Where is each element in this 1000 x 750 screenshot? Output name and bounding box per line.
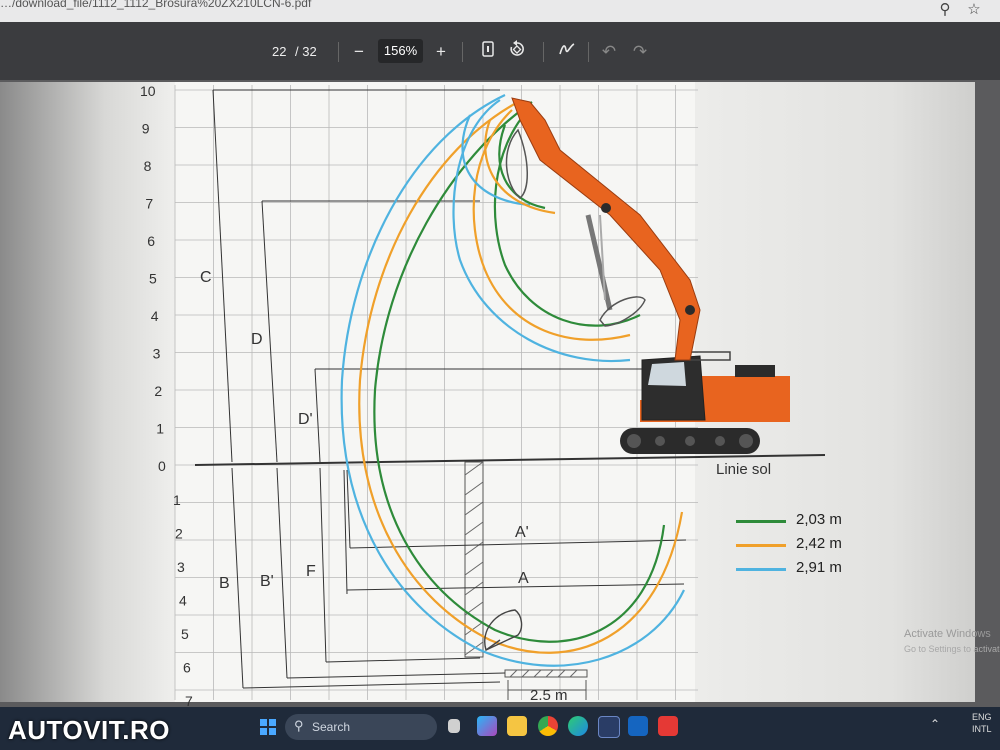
outlook-icon[interactable]: [628, 716, 648, 736]
axis-tick-label: 3: [177, 559, 185, 575]
windows-logo-icon: [260, 719, 276, 735]
axis-tick-label: 4: [151, 308, 159, 324]
reach-curve-blue: [340, 94, 685, 667]
axis-tick-label: 6: [147, 233, 155, 249]
axis-tick-label: 2: [154, 383, 162, 399]
legend-swatch: [736, 544, 786, 547]
axis-tick-label: 10: [140, 83, 156, 99]
legend-label: 2,91 m: [796, 559, 842, 576]
axis-tick-label: 4: [179, 593, 187, 609]
dim-label-c: C: [200, 269, 212, 286]
reach-curve-green: [373, 101, 666, 643]
edge-icon[interactable]: [568, 716, 588, 736]
dim-label-d: D: [251, 331, 263, 348]
axis-tick-label: 7: [145, 196, 153, 212]
tray-chevron-icon[interactable]: ⌃: [930, 717, 940, 731]
legend-swatch: [736, 520, 786, 523]
dim-label-a-prime: A': [515, 524, 529, 541]
dimension-lines: [212, 89, 690, 689]
axis-tick-label: 8: [144, 158, 152, 174]
search-icon: ⚲: [294, 718, 304, 733]
store-icon[interactable]: [598, 716, 620, 738]
task-view-icon[interactable]: [448, 719, 460, 733]
search-placeholder: Search: [312, 720, 351, 734]
copilot-icon[interactable]: [477, 716, 497, 736]
activate-windows-subtitle: Go to Settings to activate: [904, 644, 1000, 654]
chrome-icon[interactable]: [538, 716, 558, 736]
legend-label: 2,03 m: [796, 511, 842, 528]
axis-tick-label: 2: [175, 526, 183, 542]
axis-ticks: 1098765432101234567: [140, 83, 193, 707]
taskbar-search[interactable]: ⚲ Search: [285, 714, 437, 740]
trench-bottom: 2.5 m: [504, 669, 588, 704]
dim-label-f: F: [306, 563, 316, 580]
app-icon[interactable]: [658, 716, 678, 736]
axis-tick-label: 9: [142, 121, 150, 137]
excavator-illustration: [505, 97, 790, 454]
dim-label-a: A: [518, 570, 529, 587]
file-explorer-icon[interactable]: [507, 716, 527, 736]
ground-label: Linie sol: [716, 461, 771, 478]
legend-swatch: [736, 568, 786, 571]
excavator-reach-diagram: 1098765432101234567 Linie sol 2.5 m C D …: [140, 83, 826, 707]
axis-tick-label: 6: [183, 660, 191, 676]
reach-curves: [340, 94, 685, 667]
diagram-grid: [174, 85, 698, 700]
activate-windows-title: Activate Windows: [904, 628, 991, 640]
width-label: 2.5 m: [530, 687, 568, 704]
dim-label-b-prime: B': [260, 573, 274, 590]
autovit-watermark: AUTOVIT.RO: [8, 715, 170, 745]
axis-tick-label: 1: [156, 421, 164, 437]
axis-tick-label: 5: [181, 626, 189, 642]
language-indicator[interactable]: ENG: [972, 712, 992, 722]
keyboard-layout[interactable]: INTL: [972, 724, 992, 734]
axis-tick-label: 7: [185, 693, 193, 707]
axis-tick-label: 1: [173, 492, 181, 508]
axis-tick-label: 0: [158, 458, 166, 474]
dim-label-d-prime: D': [298, 411, 313, 428]
legend-label: 2,42 m: [796, 535, 842, 552]
dim-label-b: B: [219, 575, 230, 592]
axis-tick-label: 3: [153, 346, 161, 362]
axis-tick-label: 5: [149, 271, 157, 287]
start-button[interactable]: [260, 719, 276, 735]
